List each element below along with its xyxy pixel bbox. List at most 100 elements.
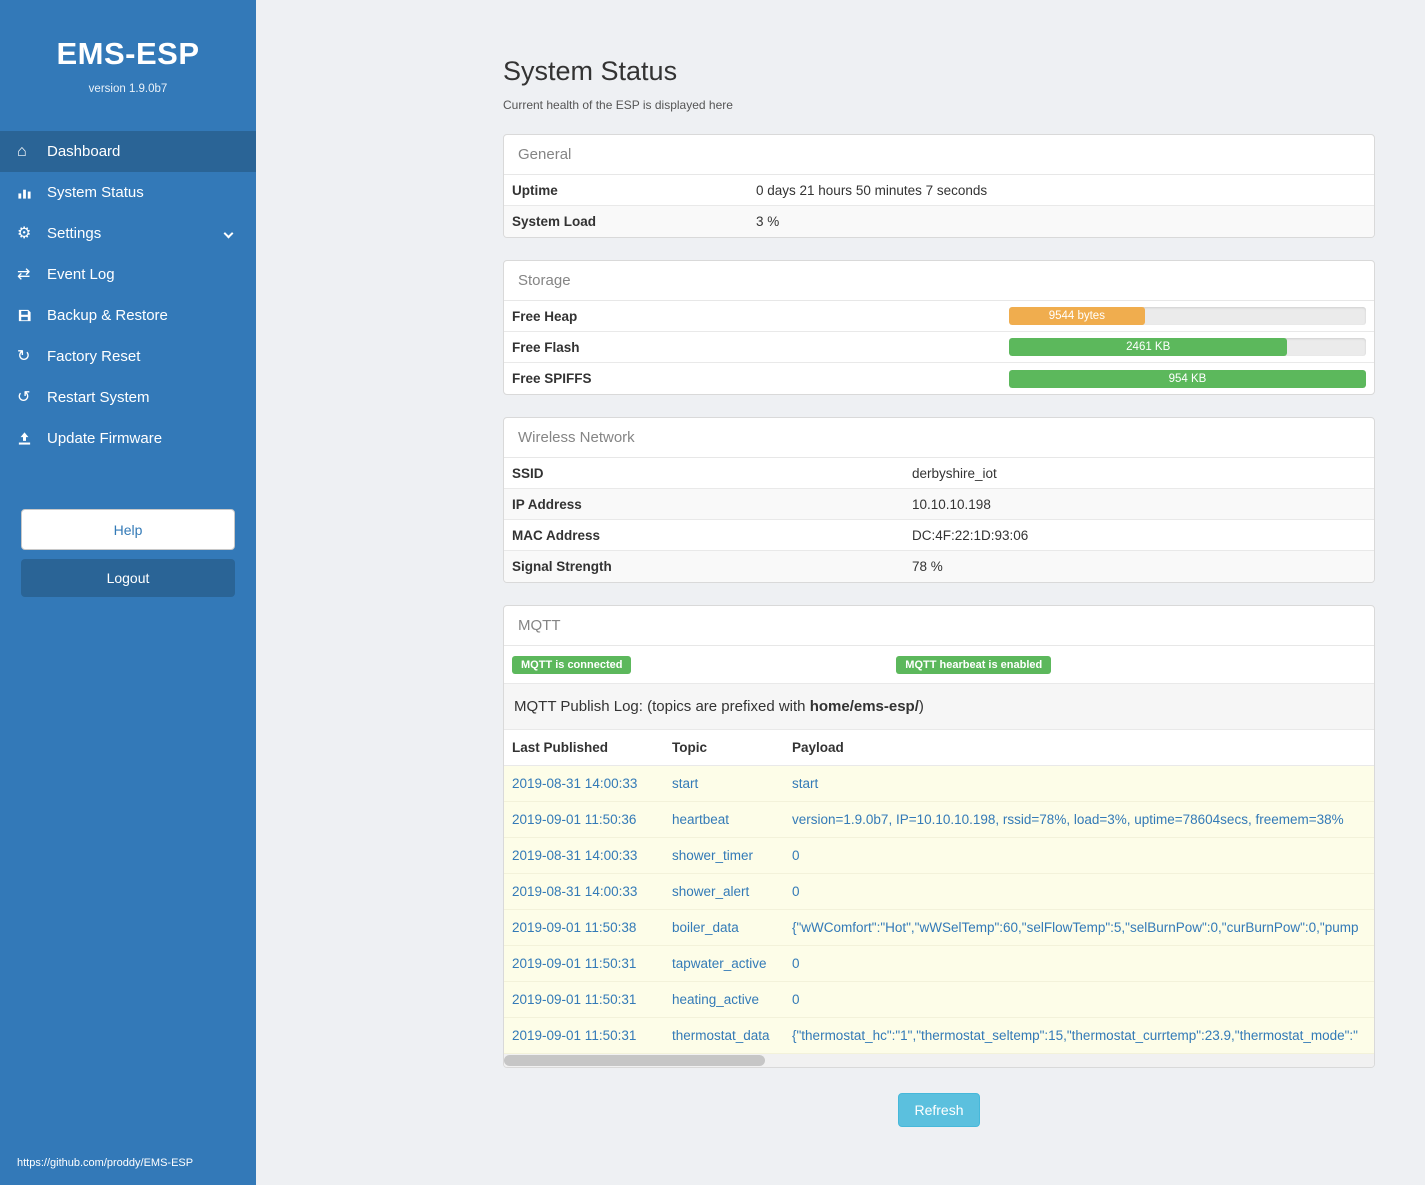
signal-strength-label: Signal Strength	[512, 559, 912, 574]
upload-icon	[17, 431, 47, 446]
mqtt-log-row: 2019-08-31 14:00:33 start start	[504, 766, 1374, 802]
signal-strength-value: 78 %	[912, 559, 943, 574]
sidebar-item-event-log[interactable]: ⇄ Event Log	[0, 254, 256, 295]
published-link[interactable]: 2019-09-01 11:50:31	[512, 956, 636, 971]
general-panel: General Uptime 0 days 21 hours 50 minute…	[503, 134, 1375, 238]
free-flash-row: Free Flash 2461 KB	[504, 332, 1374, 363]
system-load-label: System Load	[512, 214, 756, 229]
mqtt-topic-prefix: home/ems-esp/	[810, 698, 919, 715]
sidebar-item-system-status[interactable]: System Status	[0, 172, 256, 213]
mqtt-log-row: 2019-09-01 11:50:31 heating_active 0	[504, 982, 1374, 1018]
ip-address-row: IP Address 10.10.10.198	[504, 489, 1374, 520]
free-spiffs-row: Free SPIFFS 954 KB	[504, 363, 1374, 394]
ssid-value: derbyshire_iot	[912, 466, 997, 481]
free-spiffs-bar: 954 KB	[1009, 370, 1366, 388]
sidebar-item-label: Dashboard	[47, 143, 120, 160]
uptime-row: Uptime 0 days 21 hours 50 minutes 7 seco…	[504, 175, 1374, 206]
sidebar-item-restart-system[interactable]: ↺ Restart System	[0, 377, 256, 418]
sidebar-item-label: Factory Reset	[47, 348, 140, 365]
mqtt-log-row: 2019-08-31 14:00:33 shower_alert 0	[504, 874, 1374, 910]
sidebar-footer-link[interactable]: https://github.com/proddy/EMS-ESP	[0, 1147, 256, 1185]
published-link[interactable]: 2019-08-31 14:00:33	[512, 776, 637, 791]
sidebar-item-backup-restore[interactable]: Backup & Restore	[0, 295, 256, 336]
column-topic: Topic	[664, 730, 784, 765]
ssid-row: SSID derbyshire_iot	[504, 458, 1374, 489]
payload-text: {"wWComfort":"Hot","wWSelTemp":60,"selFl…	[784, 910, 1374, 945]
mqtt-log-row: 2019-09-01 11:50:38 boiler_data {"wWComf…	[504, 910, 1374, 946]
mqtt-heartbeat-badge: MQTT hearbeat is enabled	[896, 656, 1051, 674]
topic-link[interactable]: heating_active	[672, 992, 759, 1007]
gear-icon: ⚙	[17, 226, 47, 242]
column-last-published: Last Published	[504, 730, 664, 765]
exchange-arrows-icon: ⇄	[17, 267, 47, 283]
topic-link[interactable]: shower_timer	[672, 848, 753, 863]
app-version: version 1.9.0b7	[10, 83, 246, 95]
mac-address-row: MAC Address DC:4F:22:1D:93:06	[504, 520, 1374, 551]
logout-button[interactable]: Logout	[21, 559, 235, 597]
restart-arrows-icon: ↺	[17, 390, 47, 406]
sidebar-item-dashboard[interactable]: ⌂ Dashboard	[0, 131, 256, 172]
wireless-panel: Wireless Network SSID derbyshire_iot IP …	[503, 417, 1375, 583]
sidebar-item-label: System Status	[47, 184, 144, 201]
topic-link[interactable]: heartbeat	[672, 812, 729, 827]
uptime-label: Uptime	[512, 183, 756, 198]
free-heap-bar: 9544 bytes	[1009, 307, 1145, 325]
published-link[interactable]: 2019-09-01 11:50:31	[512, 1028, 636, 1043]
sidebar: EMS-ESP version 1.9.0b7 ⌂ Dashboard Syst…	[0, 0, 256, 1185]
storage-panel-header: Storage	[504, 261, 1374, 301]
free-flash-label: Free Flash	[512, 340, 1009, 355]
chevron-down-icon	[224, 229, 234, 239]
sidebar-buttons: Help Logout	[0, 509, 256, 597]
mqtt-log-row: 2019-09-01 11:50:36 heartbeat version=1.…	[504, 802, 1374, 838]
mqtt-panel: MQTT MQTT is connected MQTT hearbeat is …	[503, 605, 1375, 1068]
payload-text: 0	[784, 838, 1374, 873]
home-icon: ⌂	[17, 144, 47, 160]
horizontal-scrollbar-thumb[interactable]	[504, 1055, 765, 1066]
help-button[interactable]: Help	[21, 509, 235, 550]
sidebar-item-settings[interactable]: ⚙ Settings	[0, 213, 256, 254]
free-heap-row: Free Heap 9544 bytes	[504, 301, 1374, 332]
mqtt-log-title-prefix: MQTT Publish Log: (topics are prefixed w…	[514, 698, 810, 715]
payload-text: 0	[784, 946, 1374, 981]
payload-text: 0	[784, 874, 1374, 909]
sidebar-item-update-firmware[interactable]: Update Firmware	[0, 418, 256, 459]
free-heap-label: Free Heap	[512, 309, 1009, 324]
topic-link[interactable]: thermostat_data	[672, 1028, 770, 1043]
refresh-button[interactable]: Refresh	[898, 1093, 979, 1127]
ip-address-value: 10.10.10.198	[912, 497, 991, 512]
sidebar-item-factory-reset[interactable]: ↻ Factory Reset	[0, 336, 256, 377]
main-content: System Status Current health of the ESP …	[256, 0, 1425, 1185]
free-heap-progress: 9544 bytes	[1009, 307, 1366, 325]
sidebar-item-label: Settings	[47, 225, 101, 242]
free-heap-bar-label: 9544 bytes	[1049, 310, 1105, 322]
mqtt-badges-row: MQTT is connected MQTT hearbeat is enabl…	[504, 646, 1374, 684]
system-load-value: 3 %	[756, 214, 779, 229]
published-link[interactable]: 2019-08-31 14:00:33	[512, 848, 637, 863]
free-spiffs-progress: 954 KB	[1009, 370, 1366, 388]
mqtt-connected-badge: MQTT is connected	[512, 656, 631, 674]
payload-text: version=1.9.0b7, IP=10.10.10.198, rssid=…	[784, 802, 1374, 837]
ssid-label: SSID	[512, 466, 912, 481]
bar-chart-icon	[17, 185, 47, 200]
topic-link[interactable]: boiler_data	[672, 920, 739, 935]
mqtt-log-title: MQTT Publish Log: (topics are prefixed w…	[504, 684, 1374, 730]
topic-link[interactable]: tapwater_active	[672, 956, 767, 971]
wireless-panel-header: Wireless Network	[504, 418, 1374, 458]
published-link[interactable]: 2019-09-01 11:50:38	[512, 920, 636, 935]
published-link[interactable]: 2019-09-01 11:50:31	[512, 992, 636, 1007]
app-title: EMS-ESP	[10, 36, 246, 72]
sidebar-item-label: Update Firmware	[47, 430, 162, 447]
storage-panel: Storage Free Heap 9544 bytes Free Flash …	[503, 260, 1375, 395]
payload-text: 0	[784, 982, 1374, 1017]
free-flash-progress: 2461 KB	[1009, 338, 1366, 356]
topic-link[interactable]: shower_alert	[672, 884, 749, 899]
mqtt-panel-header: MQTT	[504, 606, 1374, 646]
reset-arrow-icon: ↻	[17, 349, 47, 365]
free-flash-bar: 2461 KB	[1009, 338, 1287, 356]
mac-address-label: MAC Address	[512, 528, 912, 543]
sidebar-item-label: Backup & Restore	[47, 307, 168, 324]
published-link[interactable]: 2019-08-31 14:00:33	[512, 884, 637, 899]
topic-link[interactable]: start	[672, 776, 698, 791]
mqtt-log-title-suffix: )	[919, 698, 924, 715]
published-link[interactable]: 2019-09-01 11:50:36	[512, 812, 636, 827]
